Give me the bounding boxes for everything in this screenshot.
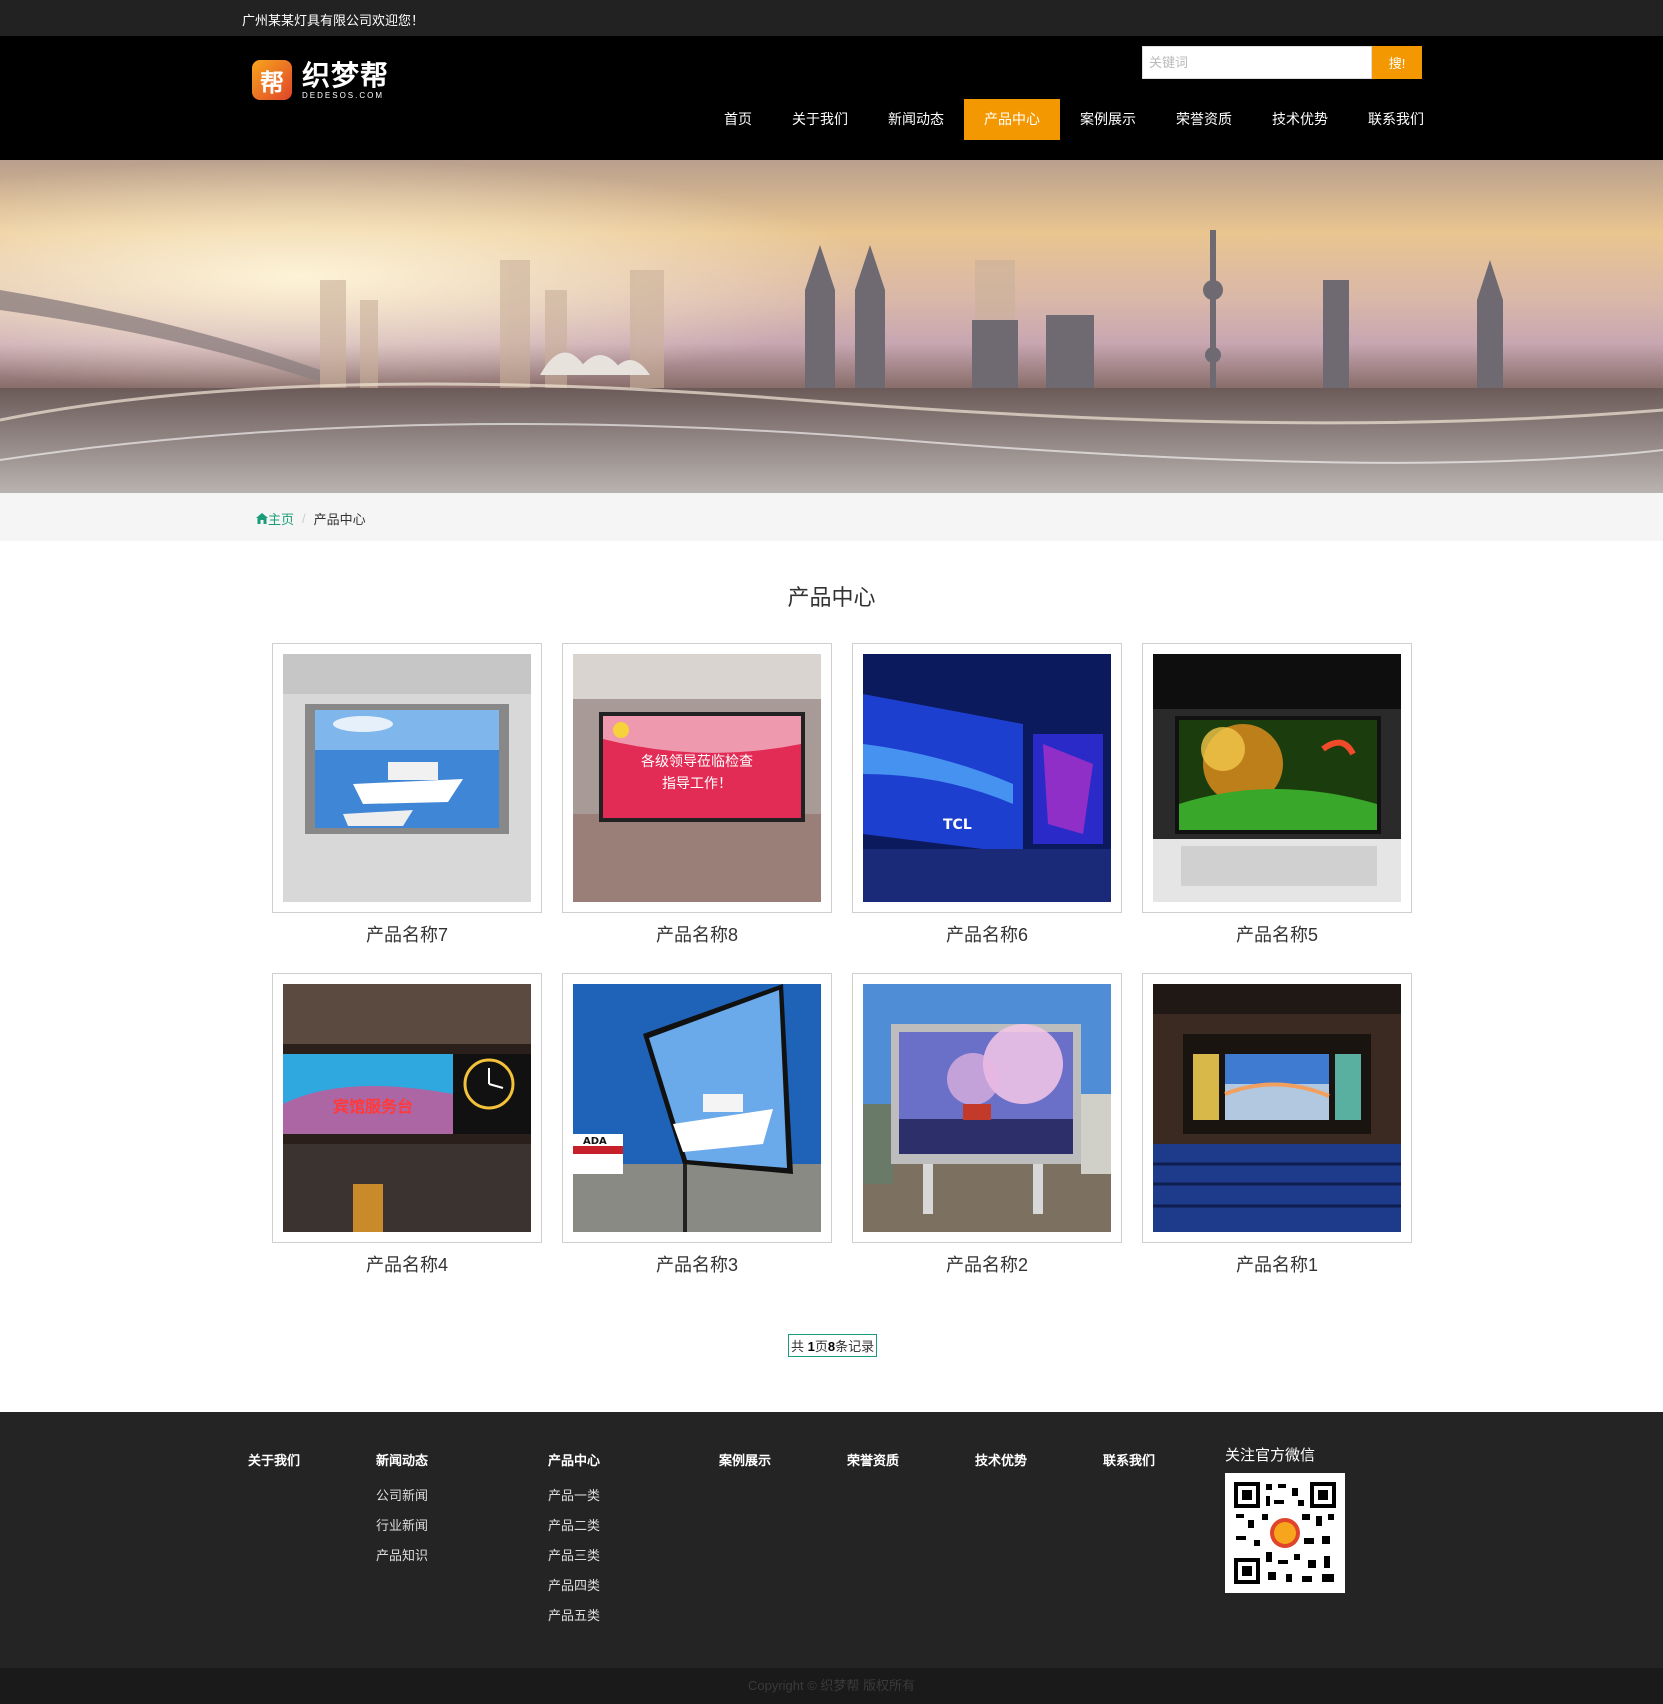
breadcrumb-home-link[interactable]: 主页	[256, 509, 294, 528]
footer-column-technology: 技术优势	[975, 1450, 1027, 1481]
footer-link-product-knowledge[interactable]: 产品知识	[376, 1541, 428, 1571]
product-image-service-desk[interactable]: 宾馆服务台	[283, 984, 531, 1232]
nav-item-home[interactable]: 首页	[704, 99, 772, 140]
logo-mark-icon: 帮	[252, 60, 292, 100]
product-image-auditorium[interactable]	[1153, 984, 1401, 1232]
header: 帮 织梦帮 DEDESOS.COM 搜! 首页 关于我们 新闻动态 产品中心 案…	[0, 36, 1663, 160]
product-name[interactable]: 产品名称3	[562, 1251, 832, 1277]
copyright: Copyright © 织梦帮 版权所有	[0, 1668, 1663, 1704]
breadcrumb-bar: 主页 / 产品中心	[0, 493, 1663, 541]
total-pages: 1	[807, 1339, 815, 1354]
svg-text:宾馆服务台: 宾馆服务台	[333, 1097, 413, 1116]
product-card[interactable]: 产品名称2	[852, 973, 1122, 1277]
footer-link-about[interactable]: 关于我们	[248, 1450, 300, 1469]
site-logo[interactable]: 帮 织梦帮 DEDESOS.COM	[252, 58, 389, 102]
pagination-summary: 共 1页8条记录	[788, 1334, 878, 1357]
product-card[interactable]: TCL 产品名称6	[852, 643, 1122, 947]
product-card[interactable]: 各级领导莅临检查 指导工作！ 产品名称8	[562, 643, 832, 947]
footer-link-products[interactable]: 产品中心	[548, 1450, 600, 1469]
nav-item-cases[interactable]: 案例展示	[1060, 99, 1156, 140]
product-image-cherry-blossom[interactable]	[863, 984, 1111, 1232]
footer-column-contact: 联系我们	[1103, 1450, 1155, 1481]
footer: 关于我们 新闻动态 公司新闻 行业新闻 产品知识 产品中心 产品一类 产品二类 …	[0, 1412, 1663, 1668]
wechat-title: 关注官方微信	[1225, 1447, 1316, 1464]
product-image-red-banner[interactable]: 各级领导莅临检查 指导工作！	[573, 654, 821, 902]
product-card[interactable]: 产品名称5	[1142, 643, 1412, 947]
footer-link-product-cat-5[interactable]: 产品五类	[548, 1601, 600, 1631]
product-card[interactable]: 产品名称7	[272, 643, 542, 947]
product-name[interactable]: 产品名称6	[852, 921, 1122, 947]
product-image-night-tree[interactable]	[1153, 654, 1401, 902]
nav-item-contact[interactable]: 联系我们	[1348, 99, 1444, 140]
product-name[interactable]: 产品名称7	[272, 921, 542, 947]
breadcrumb: 主页 / 产品中心	[256, 509, 366, 528]
product-name[interactable]: 产品名称1	[1142, 1251, 1412, 1277]
product-card[interactable]: ADA 产品名称3	[562, 973, 832, 1277]
welcome-text: 广州某某灯具有限公司欢迎您！	[242, 13, 425, 28]
breadcrumb-current: 产品中心	[313, 512, 366, 527]
nav-item-news[interactable]: 新闻动态	[868, 99, 964, 140]
search-button[interactable]: 搜!	[1372, 46, 1422, 79]
nav-item-products[interactable]: 产品中心	[964, 99, 1060, 140]
footer-link-honors[interactable]: 荣誉资质	[847, 1450, 899, 1469]
footer-link-product-cat-2[interactable]: 产品二类	[548, 1511, 600, 1541]
footer-link-contact[interactable]: 联系我们	[1103, 1450, 1155, 1469]
product-image-yacht-outdoor[interactable]: ADA	[573, 984, 821, 1232]
svg-text:ADA: ADA	[583, 1136, 607, 1147]
search-form: 搜!	[1142, 46, 1422, 79]
footer-link-industry-news[interactable]: 行业新闻	[376, 1511, 428, 1541]
wechat-qr-code-icon	[1225, 1473, 1345, 1593]
search-input[interactable]	[1142, 46, 1372, 79]
breadcrumb-separator: /	[302, 511, 306, 526]
breadcrumb-home-label: 主页	[268, 512, 295, 527]
product-card[interactable]: 产品名称1	[1142, 973, 1412, 1277]
footer-link-company-news[interactable]: 公司新闻	[376, 1481, 428, 1511]
top-bar: 广州某某灯具有限公司欢迎您！	[0, 0, 1663, 36]
logo-subtitle: DEDESOS.COM	[302, 90, 385, 100]
footer-link-cases[interactable]: 案例展示	[719, 1450, 771, 1469]
product-name[interactable]: 产品名称5	[1142, 921, 1412, 947]
nav-item-about[interactable]: 关于我们	[772, 99, 868, 140]
svg-text:指导工作！: 指导工作！	[662, 776, 732, 792]
svg-text:各级领导莅临检查: 各级领导莅临检查	[641, 754, 753, 770]
product-image-blue-hall[interactable]: TCL	[863, 654, 1111, 902]
product-name[interactable]: 产品名称8	[562, 921, 832, 947]
hero-banner	[0, 160, 1663, 493]
svg-text:TCL: TCL	[943, 817, 972, 833]
footer-column-news: 新闻动态 公司新闻 行业新闻 产品知识	[376, 1450, 428, 1571]
footer-link-product-cat-3[interactable]: 产品三类	[548, 1541, 600, 1571]
footer-column-products: 产品中心 产品一类 产品二类 产品三类 产品四类 产品五类	[548, 1450, 600, 1631]
product-image-yacht-indoor[interactable]	[283, 654, 531, 902]
nav-item-honors[interactable]: 荣誉资质	[1156, 99, 1252, 140]
city-skyline-image	[0, 160, 1663, 493]
main-nav: 首页 关于我们 新闻动态 产品中心 案例展示 荣誉资质 技术优势 联系我们	[704, 99, 1444, 140]
product-name[interactable]: 产品名称2	[852, 1251, 1122, 1277]
footer-link-news[interactable]: 新闻动态	[376, 1450, 428, 1469]
footer-column-about: 关于我们	[248, 1450, 300, 1481]
logo-name: 织梦帮	[302, 59, 390, 91]
footer-link-product-cat-1[interactable]: 产品一类	[548, 1481, 600, 1511]
footer-column-cases: 案例展示	[719, 1450, 771, 1481]
footer-link-product-cat-4[interactable]: 产品四类	[548, 1571, 600, 1601]
footer-link-technology[interactable]: 技术优势	[975, 1450, 1027, 1469]
product-card[interactable]: 宾馆服务台 产品名称4	[272, 973, 542, 1277]
product-name[interactable]: 产品名称4	[272, 1251, 542, 1277]
footer-column-honors: 荣誉资质	[847, 1450, 899, 1481]
nav-item-technology[interactable]: 技术优势	[1252, 99, 1348, 140]
page-title: 产品中心	[787, 585, 876, 610]
home-icon	[256, 513, 268, 524]
